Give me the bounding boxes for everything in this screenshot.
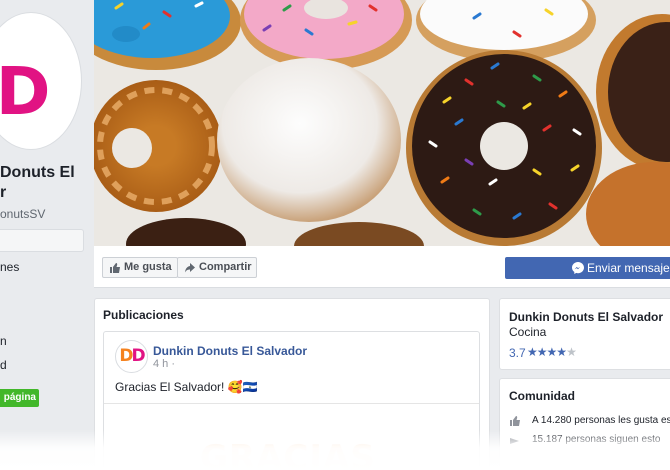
posts-section: Publicaciones DD Dunkin Donuts El Salvad… <box>94 298 490 470</box>
community-likes-text: A 14.280 personas les gusta es <box>532 415 670 426</box>
share-button-label: Compartir <box>199 261 252 273</box>
send-message-label: Enviar mensaje <box>587 261 670 275</box>
post-divider <box>104 403 479 404</box>
donuts-cover-image <box>94 0 670 246</box>
rating-value[interactable]: 3.7 <box>509 346 526 360</box>
community-title: Comunidad <box>509 389 575 403</box>
rating-star: ★ <box>536 345 548 359</box>
like-button[interactable]: Me gusta <box>102 257 178 278</box>
left-sidebar: DD Donuts El r onutsSV nes n d página <box>0 0 88 470</box>
rating-star: ★ <box>546 345 558 359</box>
thumbs-up-icon <box>510 416 520 426</box>
sidebar-item[interactable]: nes <box>0 260 88 274</box>
page-action-bar: Me gusta Compartir Enviar mensaje <box>94 246 670 288</box>
share-arrow-icon <box>185 263 195 273</box>
posts-section-title: Publicaciones <box>103 308 184 322</box>
about-page-name: Dunkin Donuts El Salvador <box>509 310 664 324</box>
post-card: DD Dunkin Donuts El Salvador 4 h · Graci… <box>103 331 480 469</box>
sidebar-item-selected[interactable] <box>0 229 84 252</box>
sidebar-item[interactable]: n <box>0 334 88 348</box>
post-text: Gracias El Salvador! 🥰🇸🇻 <box>115 380 258 394</box>
community-card: Comunidad A 14.280 personas les gusta es… <box>499 378 670 470</box>
post-author-avatar[interactable]: DD <box>115 340 148 373</box>
like-button-label: Me gusta <box>124 261 172 273</box>
dunkin-logo: DD <box>0 53 51 130</box>
cover-photo[interactable] <box>94 0 670 246</box>
rating-star: ★ <box>527 345 538 359</box>
about-category[interactable]: Cocina <box>509 325 546 339</box>
community-follows-text: 15.187 personas siguen esto <box>532 434 661 445</box>
post-author-name[interactable]: Dunkin Donuts El Salvador <box>153 344 307 358</box>
page-handle[interactable]: onutsSV <box>0 207 88 221</box>
sidebar-item[interactable]: d <box>0 358 88 372</box>
messenger-icon <box>572 262 584 274</box>
profile-picture[interactable]: DD <box>0 12 82 150</box>
thumbs-up-icon <box>110 263 120 273</box>
follow-icon <box>510 438 519 444</box>
rating-star: ★ <box>556 345 567 359</box>
create-page-button[interactable]: página <box>0 389 39 407</box>
rating-stars[interactable]: ★★★★★ <box>527 345 577 359</box>
share-button[interactable]: Compartir <box>177 257 257 278</box>
rating-star: ★ <box>566 345 577 359</box>
page-name[interactable]: Donuts El r <box>0 163 88 208</box>
post-timestamp[interactable]: 4 h · <box>153 358 175 370</box>
post-image-caption[interactable]: GRACIAS <box>200 438 376 469</box>
about-card: Dunkin Donuts El Salvador Cocina 3.7 ★★★… <box>499 298 670 370</box>
send-message-button[interactable]: Enviar mensaje <box>505 257 670 279</box>
